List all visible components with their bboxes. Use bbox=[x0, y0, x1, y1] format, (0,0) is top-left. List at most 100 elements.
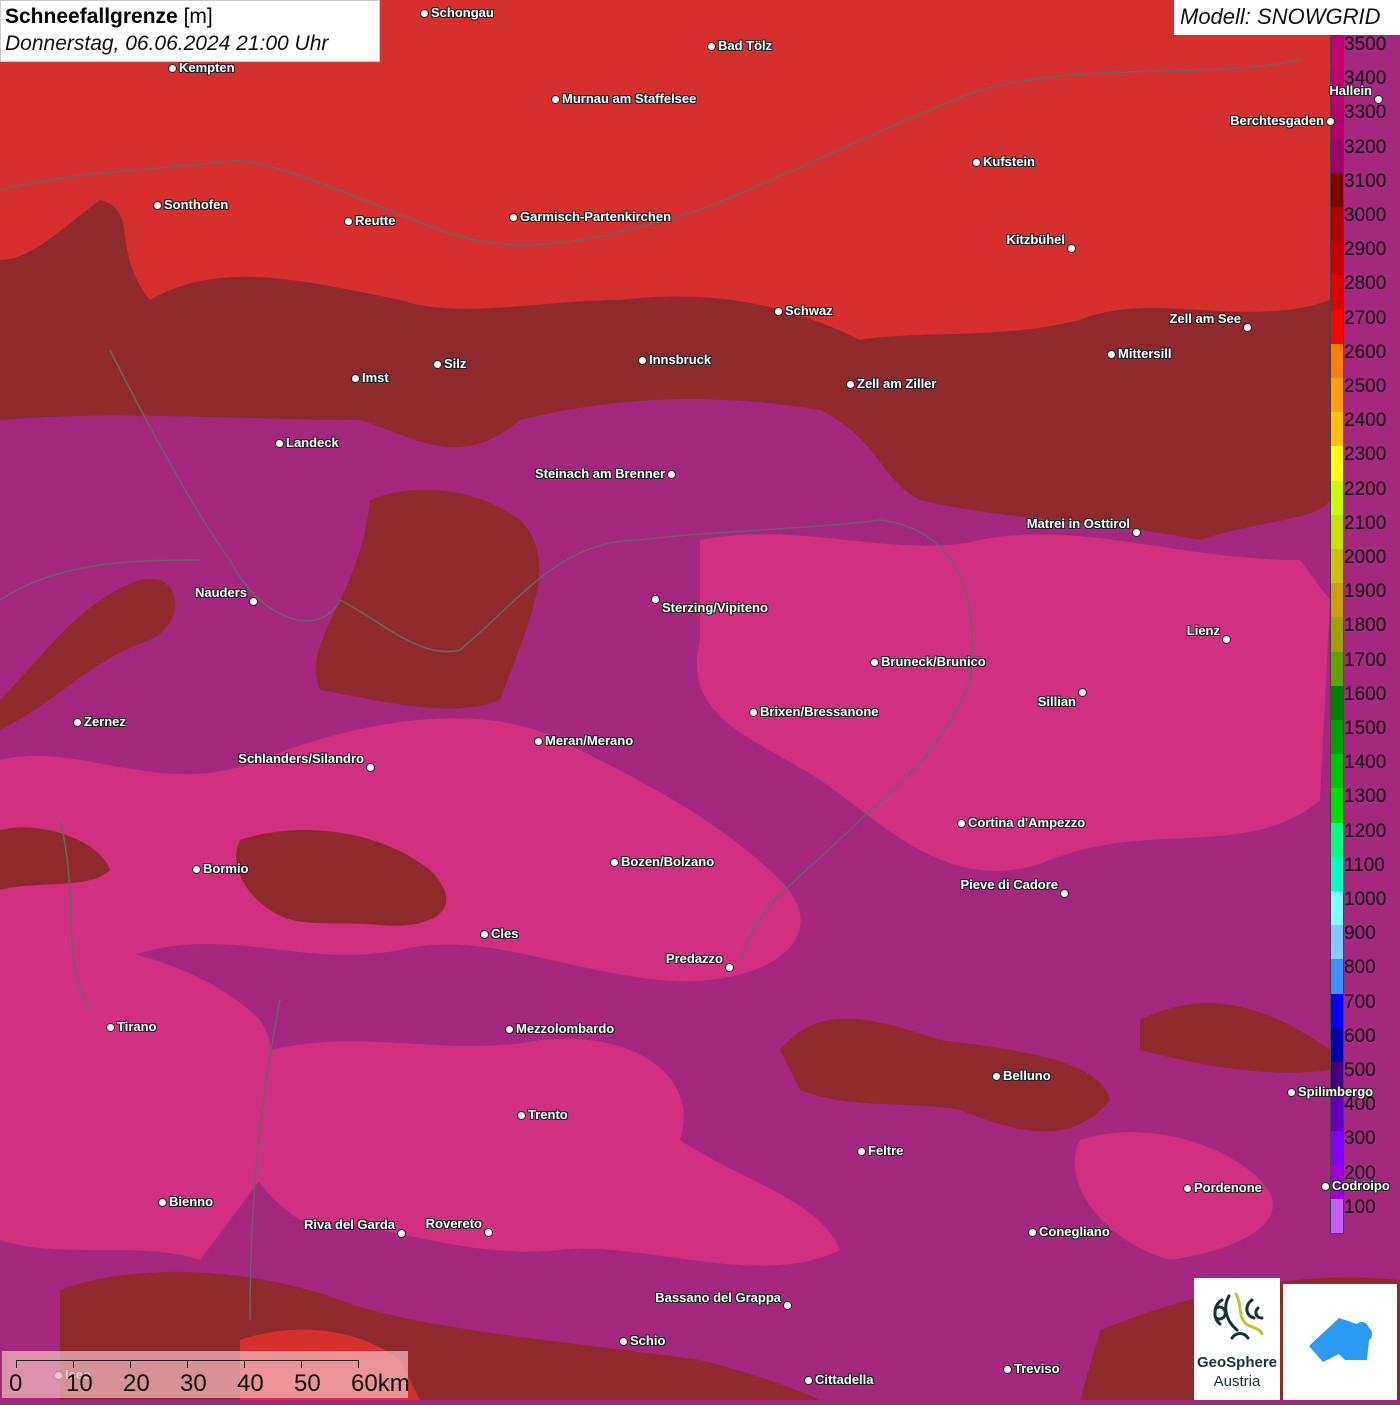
city-marker-icon bbox=[804, 1376, 813, 1385]
legend-label: 2700 bbox=[1344, 307, 1387, 329]
house-snow-icon bbox=[1309, 1318, 1372, 1362]
scale-tick bbox=[73, 1360, 74, 1368]
city-marker-icon bbox=[651, 595, 660, 604]
city-marker-icon bbox=[619, 1337, 628, 1346]
city-label: Schwaz bbox=[785, 303, 833, 318]
legend-label: 3100 bbox=[1344, 170, 1387, 192]
city-marker-icon bbox=[1003, 1365, 1012, 1374]
city-marker-icon bbox=[857, 1147, 866, 1156]
city-label: Nauders bbox=[194, 585, 247, 600]
legend-label: 2000 bbox=[1344, 547, 1387, 568]
city-marker-icon bbox=[153, 201, 162, 210]
legend-label: 300 bbox=[1344, 1128, 1376, 1150]
legend-band bbox=[1331, 36, 1343, 71]
scale-label: 50 bbox=[294, 1370, 321, 1397]
city-label: Bad Tölz bbox=[718, 38, 773, 53]
city-label: Cles bbox=[491, 926, 519, 941]
city-label: Rovereto bbox=[425, 1216, 482, 1231]
city-marker-icon bbox=[534, 737, 543, 746]
legend-band bbox=[1331, 959, 1343, 994]
city-label: Bruneck/Brunico bbox=[881, 654, 986, 669]
legend-band bbox=[1331, 549, 1343, 584]
legend-label: 1500 bbox=[1344, 718, 1387, 739]
city-marker-icon bbox=[420, 9, 429, 18]
scale-tick bbox=[187, 1360, 188, 1368]
geosphere-austria-logo[interactable]: GeoSphere Austria bbox=[1194, 1278, 1280, 1400]
legend-label: 500 bbox=[1344, 1060, 1376, 1081]
city-label: Schlanders/Silandro bbox=[238, 751, 364, 766]
city-label: Lienz bbox=[1186, 623, 1220, 638]
city-label: Treviso bbox=[1014, 1361, 1060, 1376]
legend-band bbox=[1331, 856, 1343, 892]
city-marker-icon bbox=[610, 858, 619, 867]
city-marker-icon bbox=[1183, 1184, 1192, 1193]
scale-bar: 0 10 20 30 40 50 60km bbox=[2, 1351, 410, 1398]
city-label: Bozen/Bolzano bbox=[621, 854, 715, 869]
legend-band bbox=[1331, 822, 1343, 857]
snow-house-logo[interactable] bbox=[1283, 1284, 1397, 1400]
city-marker-icon bbox=[484, 1228, 493, 1237]
legend-band bbox=[1331, 583, 1343, 618]
legend-band bbox=[1331, 993, 1343, 1028]
city-marker-icon bbox=[1060, 889, 1069, 898]
city-label: Kitzbühel bbox=[1006, 232, 1066, 247]
city-marker-icon bbox=[275, 439, 284, 448]
city-label: Reutte bbox=[355, 213, 396, 228]
legend-label: 800 bbox=[1344, 957, 1376, 979]
city-marker-icon bbox=[1078, 688, 1087, 697]
city-marker-icon bbox=[517, 1111, 526, 1120]
legend-label: 3300 bbox=[1344, 102, 1387, 124]
legend-label: 1900 bbox=[1344, 581, 1387, 603]
city-marker-icon bbox=[1243, 323, 1252, 332]
city-label: Mezzolombardo bbox=[516, 1021, 615, 1036]
city-label: Berchtesgaden bbox=[1230, 113, 1324, 128]
legend-band bbox=[1331, 138, 1343, 173]
city-marker-icon bbox=[1028, 1228, 1037, 1237]
scale-label: 10 bbox=[66, 1370, 93, 1397]
city-label: Hallein bbox=[1329, 83, 1372, 98]
city-marker-icon bbox=[1222, 635, 1231, 644]
scale-label: 0 bbox=[9, 1370, 23, 1397]
color-legend bbox=[1330, 35, 1344, 1234]
city-marker-icon bbox=[433, 360, 442, 369]
city-label: Landeck bbox=[286, 435, 339, 450]
city-label: Feltre bbox=[868, 1143, 904, 1158]
city-label: Zell am Ziller bbox=[857, 376, 937, 391]
city-marker-icon bbox=[1107, 350, 1116, 359]
legend-band bbox=[1331, 172, 1343, 208]
legend-label: 3200 bbox=[1344, 136, 1387, 158]
legend-label: 2800 bbox=[1344, 273, 1387, 295]
city-label: Garmisch-Partenkirchen bbox=[520, 209, 672, 224]
scale-tick bbox=[244, 1360, 245, 1368]
city-marker-icon bbox=[168, 64, 177, 73]
city-label: Schongau bbox=[431, 5, 494, 20]
city-marker-icon bbox=[707, 42, 716, 51]
city-label: Sonthofen bbox=[164, 197, 229, 212]
city-label: Imst bbox=[362, 370, 389, 385]
legend-label: 1300 bbox=[1344, 786, 1387, 808]
city-label: Kufstein bbox=[983, 154, 1035, 169]
city-marker-icon bbox=[73, 718, 82, 727]
legend-band bbox=[1331, 685, 1343, 721]
city-marker-icon bbox=[846, 380, 855, 389]
legend-label: 3000 bbox=[1344, 205, 1387, 226]
legend-label: 3500 bbox=[1344, 34, 1387, 55]
city-label: Pieve di Cadore bbox=[960, 877, 1058, 892]
legend-band bbox=[1331, 514, 1343, 550]
city-marker-icon bbox=[1287, 1088, 1296, 1097]
city-marker-icon bbox=[783, 1301, 792, 1310]
city-marker-icon bbox=[870, 658, 879, 667]
legend-label: 600 bbox=[1344, 1025, 1376, 1047]
city-label: Cittadella bbox=[815, 1372, 874, 1387]
legend-band bbox=[1331, 275, 1343, 310]
city-label: Sillian bbox=[1037, 694, 1076, 709]
legend-label: 100 bbox=[1344, 1196, 1376, 1218]
title-box: Schneefallgrenze [m] Donnerstag, 06.06.2… bbox=[0, 0, 380, 62]
legend-band bbox=[1331, 651, 1343, 686]
city-marker-icon bbox=[509, 213, 518, 222]
legend-label: 700 bbox=[1344, 991, 1376, 1013]
geosphere-contour-icon bbox=[1213, 1292, 1264, 1340]
city-marker-icon bbox=[192, 865, 201, 874]
legend-label: 2900 bbox=[1344, 239, 1387, 261]
city-label: Tirano bbox=[117, 1019, 157, 1034]
